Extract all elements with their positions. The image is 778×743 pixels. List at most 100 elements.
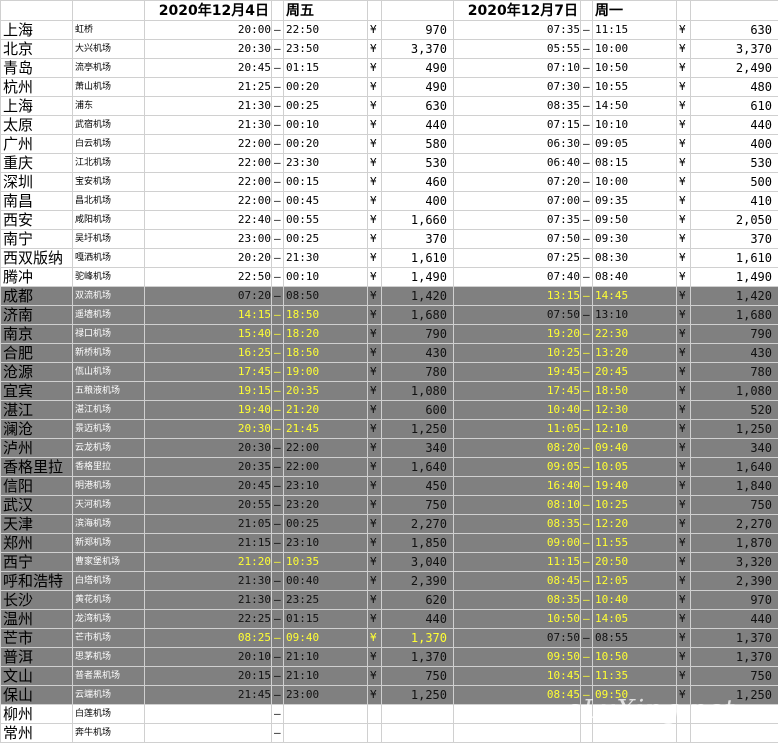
price-2[interactable]: 500 bbox=[691, 173, 778, 192]
airport-cell[interactable]: 云龙机场 bbox=[73, 439, 145, 458]
airport-cell[interactable]: 嘎洒机场 bbox=[73, 249, 145, 268]
dash-1[interactable]: – bbox=[272, 401, 284, 420]
depart-time-2[interactable]: 07:50 bbox=[454, 230, 581, 249]
airport-cell[interactable]: 五粮液机场 bbox=[73, 382, 145, 401]
depart-time-2[interactable]: 07:40 bbox=[454, 268, 581, 287]
price-2[interactable]: 2,490 bbox=[691, 59, 778, 78]
header-date-1[interactable]: 2020年12月4日 bbox=[145, 1, 272, 21]
depart-time-2[interactable]: 08:35 bbox=[454, 97, 581, 116]
depart-time-2[interactable]: 07:10 bbox=[454, 59, 581, 78]
dash-1[interactable]: – bbox=[272, 610, 284, 629]
dash-1[interactable]: – bbox=[272, 591, 284, 610]
dash-1[interactable]: – bbox=[272, 154, 284, 173]
price-2[interactable]: 3,320 bbox=[691, 553, 778, 572]
city-cell[interactable]: 西宁 bbox=[1, 553, 73, 572]
arrive-time-2[interactable]: 11:35 bbox=[593, 667, 677, 686]
dash-2[interactable]: – bbox=[581, 629, 593, 648]
dash-1[interactable]: – bbox=[272, 572, 284, 591]
dash-2[interactable]: – bbox=[581, 382, 593, 401]
currency-1[interactable]: ¥ bbox=[368, 344, 382, 363]
city-cell[interactable]: 西安 bbox=[1, 211, 73, 230]
dash-2[interactable]: – bbox=[581, 363, 593, 382]
dash-1[interactable]: – bbox=[272, 97, 284, 116]
currency-2[interactable]: ¥ bbox=[677, 458, 691, 477]
depart-time-1[interactable]: 22:40 bbox=[145, 211, 272, 230]
depart-time-2[interactable]: 07:15 bbox=[454, 116, 581, 135]
price-1[interactable]: 600 bbox=[382, 401, 454, 420]
arrive-time-2[interactable]: 10:00 bbox=[593, 40, 677, 59]
price-1[interactable]: 1,420 bbox=[382, 287, 454, 306]
price-1[interactable]: 750 bbox=[382, 496, 454, 515]
city-cell[interactable]: 呼和浩特 bbox=[1, 572, 73, 591]
depart-time-1[interactable]: 22:00 bbox=[145, 173, 272, 192]
arrive-time-2[interactable]: 14:45 bbox=[593, 287, 677, 306]
price-2[interactable]: 1,370 bbox=[691, 629, 778, 648]
price-2[interactable]: 1,370 bbox=[691, 648, 778, 667]
city-cell[interactable]: 郑州 bbox=[1, 534, 73, 553]
arrive-time-2[interactable]: 10:50 bbox=[593, 648, 677, 667]
arrive-time-2[interactable]: 12:20 bbox=[593, 515, 677, 534]
price-2[interactable]: 750 bbox=[691, 667, 778, 686]
airport-cell[interactable]: 昌北机场 bbox=[73, 192, 145, 211]
currency-2[interactable]: ¥ bbox=[677, 59, 691, 78]
dash-2[interactable]: – bbox=[581, 40, 593, 59]
depart-time-1[interactable]: 20:30 bbox=[145, 420, 272, 439]
arrive-time-1[interactable]: 20:35 bbox=[284, 382, 368, 401]
dash-1[interactable]: – bbox=[272, 553, 284, 572]
price-1[interactable]: 620 bbox=[382, 591, 454, 610]
price-2[interactable]: 2,390 bbox=[691, 572, 778, 591]
depart-time-2[interactable]: 11:15 bbox=[454, 553, 581, 572]
depart-time-2[interactable]: 07:25 bbox=[454, 249, 581, 268]
header-day-2[interactable]: 周一 bbox=[593, 1, 677, 21]
dash-1[interactable]: – bbox=[272, 306, 284, 325]
dash-2[interactable]: – bbox=[581, 287, 593, 306]
currency-2[interactable]: ¥ bbox=[677, 667, 691, 686]
depart-time-2[interactable]: 16:40 bbox=[454, 477, 581, 496]
depart-time-1[interactable]: 22:25 bbox=[145, 610, 272, 629]
arrive-time-1[interactable]: 22:50 bbox=[284, 21, 368, 40]
arrive-time-1[interactable]: 18:50 bbox=[284, 306, 368, 325]
price-1[interactable]: 340 bbox=[382, 439, 454, 458]
currency-2[interactable]: ¥ bbox=[677, 306, 691, 325]
currency-2[interactable]: ¥ bbox=[677, 249, 691, 268]
price-1[interactable]: 460 bbox=[382, 173, 454, 192]
depart-time-1[interactable]: 21:30 bbox=[145, 116, 272, 135]
dash-1[interactable]: – bbox=[272, 192, 284, 211]
price-2[interactable]: 1,420 bbox=[691, 287, 778, 306]
arrive-time-2[interactable] bbox=[593, 724, 677, 743]
currency-2[interactable]: ¥ bbox=[677, 401, 691, 420]
city-cell[interactable]: 上海 bbox=[1, 97, 73, 116]
currency-1[interactable]: ¥ bbox=[368, 686, 382, 705]
arrive-time-2[interactable]: 09:50 bbox=[593, 211, 677, 230]
currency-1[interactable]: ¥ bbox=[368, 59, 382, 78]
header-date-2[interactable]: 2020年12月7日 bbox=[454, 1, 581, 21]
price-1[interactable]: 1,640 bbox=[382, 458, 454, 477]
price-1[interactable] bbox=[382, 705, 454, 724]
currency-1[interactable]: ¥ bbox=[368, 458, 382, 477]
dash-2[interactable]: – bbox=[581, 515, 593, 534]
dash-1[interactable]: – bbox=[272, 515, 284, 534]
arrive-time-1[interactable]: 00:20 bbox=[284, 78, 368, 97]
dash-2[interactable]: – bbox=[581, 21, 593, 40]
airport-cell[interactable]: 滨海机场 bbox=[73, 515, 145, 534]
currency-1[interactable]: ¥ bbox=[368, 534, 382, 553]
currency-1[interactable] bbox=[368, 724, 382, 743]
airport-cell[interactable]: 白莲机场 bbox=[73, 705, 145, 724]
price-1[interactable]: 400 bbox=[382, 192, 454, 211]
arrive-time-2[interactable]: 11:15 bbox=[593, 21, 677, 40]
arrive-time-1[interactable]: 00:45 bbox=[284, 192, 368, 211]
arrive-time-2[interactable]: 12:10 bbox=[593, 420, 677, 439]
arrive-time-1[interactable]: 21:20 bbox=[284, 401, 368, 420]
airport-cell[interactable]: 流亭机场 bbox=[73, 59, 145, 78]
price-2[interactable]: 1,250 bbox=[691, 420, 778, 439]
depart-time-1[interactable]: 20:20 bbox=[145, 249, 272, 268]
city-cell[interactable]: 香格里拉 bbox=[1, 458, 73, 477]
dash-1[interactable]: – bbox=[272, 420, 284, 439]
arrive-time-1[interactable]: 00:40 bbox=[284, 572, 368, 591]
city-cell[interactable]: 北京 bbox=[1, 40, 73, 59]
price-2[interactable]: 1,080 bbox=[691, 382, 778, 401]
arrive-time-2[interactable]: 08:40 bbox=[593, 268, 677, 287]
arrive-time-1[interactable]: 01:15 bbox=[284, 610, 368, 629]
price-1[interactable]: 450 bbox=[382, 477, 454, 496]
arrive-time-1[interactable]: 00:25 bbox=[284, 97, 368, 116]
